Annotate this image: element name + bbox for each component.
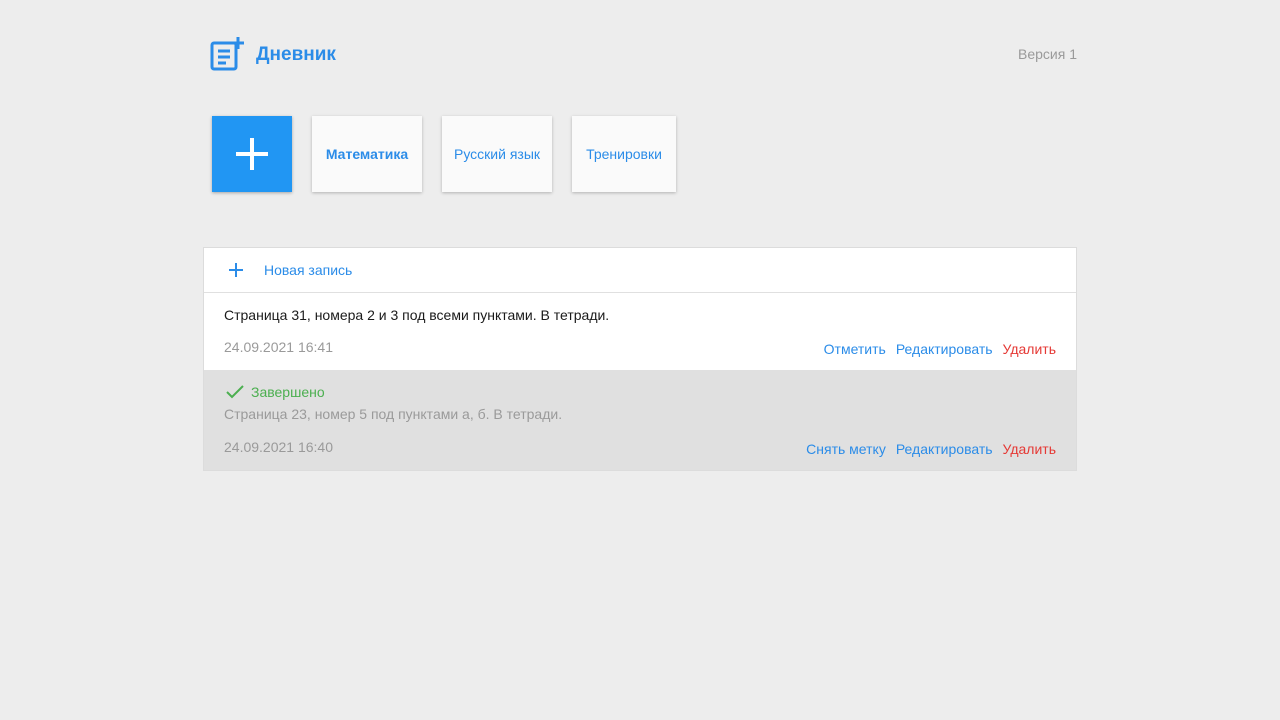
- entries-panel: Новая запись Страница 31, номера 2 и 3 п…: [203, 247, 1077, 471]
- tab-trainings[interactable]: Тренировки: [572, 116, 676, 192]
- app-title: Дневник: [256, 44, 336, 65]
- unmark-button[interactable]: Снять метку: [806, 441, 886, 457]
- check-icon: [226, 385, 244, 399]
- tab-mathematics[interactable]: Математика: [312, 116, 422, 192]
- edit-button[interactable]: Редактировать: [896, 341, 993, 357]
- new-entry-label: Новая запись: [264, 262, 353, 278]
- delete-button[interactable]: Удалить: [1003, 341, 1056, 357]
- entry-date: 24.09.2021 16:41: [224, 339, 333, 355]
- entry-actions: Снять метку Редактировать Удалить: [806, 441, 1056, 457]
- plus-icon: [229, 263, 243, 277]
- entry-actions: Отметить Редактировать Удалить: [824, 341, 1056, 357]
- entry-date: 24.09.2021 16:40: [224, 439, 333, 455]
- plus-icon: [236, 138, 268, 170]
- edit-button[interactable]: Редактировать: [896, 441, 993, 457]
- status-label: Завершено: [251, 384, 325, 400]
- tab-russian[interactable]: Русский язык: [442, 116, 552, 192]
- new-entry-button[interactable]: Новая запись: [204, 248, 1076, 293]
- version-label: Версия 1: [1018, 46, 1077, 62]
- status-badge: Завершено: [226, 384, 325, 400]
- list-item: Завершено Страница 23, номер 5 под пункт…: [204, 370, 1076, 470]
- header: Дневник Версия 1: [210, 36, 1077, 76]
- delete-button[interactable]: Удалить: [1003, 441, 1056, 457]
- list-item: Страница 31, номера 2 и 3 под всеми пунк…: [204, 293, 1076, 370]
- entry-text: Страница 31, номера 2 и 3 под всеми пунк…: [224, 307, 610, 323]
- entry-text: Страница 23, номер 5 под пунктами а, б. …: [224, 406, 563, 422]
- add-subject-button[interactable]: [212, 116, 292, 192]
- notebook-add-icon: [210, 37, 244, 71]
- mark-button[interactable]: Отметить: [824, 341, 886, 357]
